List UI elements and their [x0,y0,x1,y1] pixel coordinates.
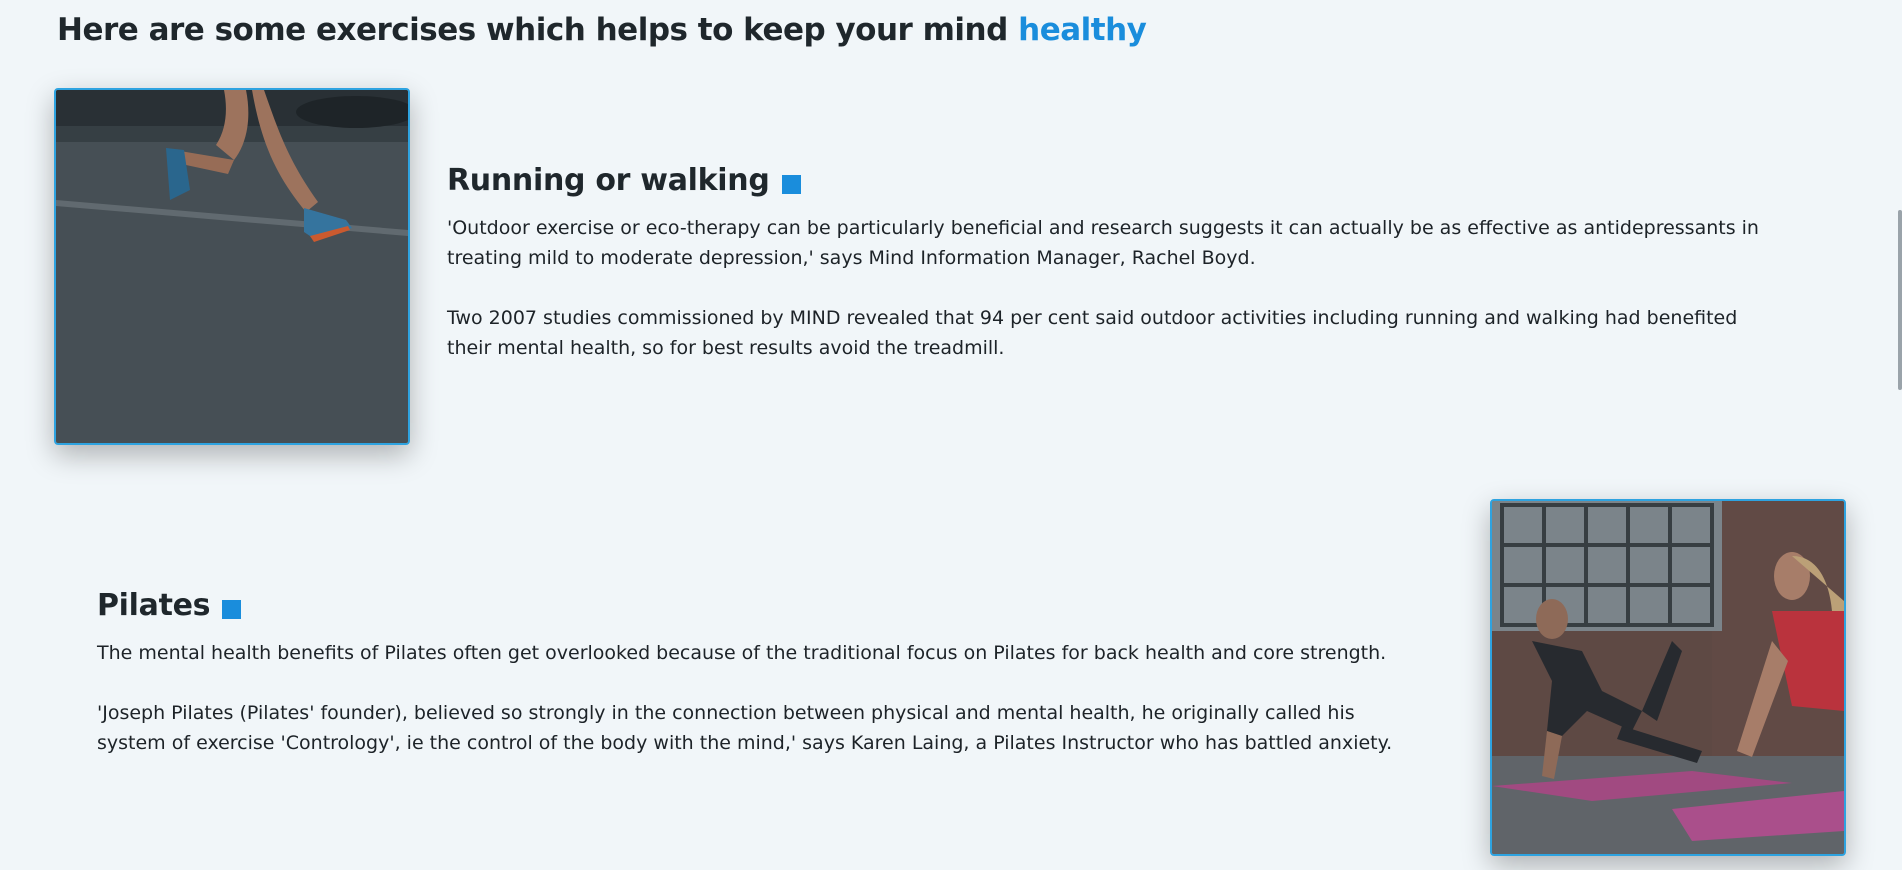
running-p2-line2: their mental health, so for best results… [447,337,1005,359]
pilates-photo [1490,499,1846,856]
page-heading: Here are some exercises which helps to k… [57,12,1147,48]
pilates-p1-line1: The mental health benefits of Pilates of… [97,642,1387,664]
running-title-text: Running or walking [447,163,770,198]
pilates-paragraph-2: 'Joseph Pilates (Pilates' founder), beli… [97,698,1392,758]
running-paragraph-2: Two 2007 studies commissioned by MIND re… [447,303,1737,363]
square-bullet-icon [222,600,242,619]
pilates-title-text: Pilates [97,588,211,623]
running-p2-line1: Two 2007 studies commissioned by MIND re… [447,307,1738,329]
pilates-paragraph-1: The mental health benefits of Pilates of… [97,638,1386,668]
section-title-pilates: Pilates [97,588,242,623]
heading-accent-word: healthy [1018,12,1147,48]
pilates-p2-line1: 'Joseph Pilates (Pilates' founder), beli… [97,702,1355,724]
runner-photo [54,88,410,445]
running-p1-line2: treating mild to moderate depression,' s… [447,247,1256,269]
pilates-p2-line2: system of exercise 'Contrology', ie the … [97,732,1393,754]
running-paragraph-1: 'Outdoor exercise or eco-therapy can be … [447,213,1759,273]
scrollbar[interactable] [1898,210,1902,390]
heading-text: Here are some exercises which helps to k… [57,12,1008,48]
running-p1-line1: 'Outdoor exercise or eco-therapy can be … [447,217,1759,239]
section-title-running: Running or walking [447,163,801,198]
square-bullet-icon [781,175,801,194]
page: Here are some exercises which helps to k… [0,0,1902,870]
